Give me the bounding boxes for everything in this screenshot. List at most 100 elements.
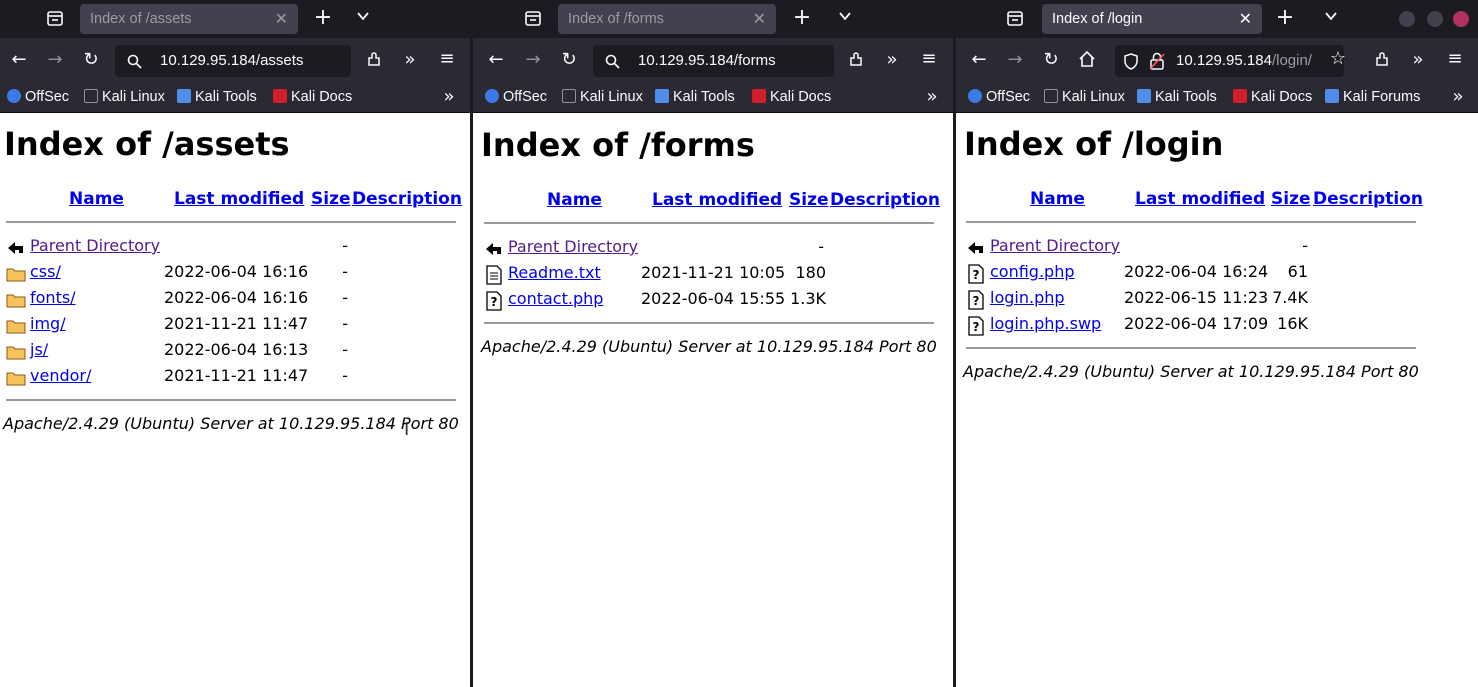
bookmark-kali-docs[interactable]: Kali Docs bbox=[752, 89, 831, 105]
bookmark-kali-tools[interactable]: Kali Tools bbox=[1137, 89, 1217, 105]
extensions-icon[interactable] bbox=[364, 50, 386, 68]
column-header-name[interactable]: Name bbox=[547, 190, 602, 210]
bookmark-offsec[interactable]: OffSec bbox=[485, 89, 547, 105]
bookmark-kali-linux[interactable]: Kali Linux bbox=[84, 89, 165, 105]
entry-size: - bbox=[342, 340, 348, 359]
entry-link[interactable]: css/ bbox=[30, 262, 61, 281]
list-tabs-icon[interactable] bbox=[1320, 9, 1342, 23]
text-cursor-icon: I bbox=[404, 419, 410, 440]
close-tab-icon[interactable]: ✕ bbox=[1239, 9, 1252, 28]
reload-icon[interactable]: ↻ bbox=[558, 50, 580, 70]
column-header-size[interactable]: Size bbox=[311, 189, 351, 209]
column-header-description[interactable]: Description bbox=[1313, 189, 1423, 209]
list-tabs-icon[interactable] bbox=[834, 9, 856, 23]
insecure-lock-icon[interactable] bbox=[1149, 52, 1165, 70]
reload-icon[interactable]: ↻ bbox=[1040, 50, 1062, 70]
shield-icon[interactable] bbox=[1123, 53, 1139, 70]
column-header-size[interactable]: Size bbox=[789, 190, 829, 210]
url-text[interactable]: 10.129.95.184/login/ bbox=[1176, 52, 1312, 69]
forward-icon[interactable]: → bbox=[44, 50, 66, 70]
back-icon[interactable]: ← bbox=[8, 50, 30, 70]
home-icon[interactable] bbox=[1076, 50, 1098, 68]
entry-link[interactable]: fonts/ bbox=[30, 288, 76, 307]
entry-size: 61 bbox=[1287, 262, 1308, 281]
bookmark-kali-linux[interactable]: Kali Linux bbox=[1044, 89, 1125, 105]
column-header-name[interactable]: Name bbox=[69, 189, 124, 209]
entry-link[interactable]: vendor/ bbox=[30, 366, 91, 385]
column-header-last-modified[interactable]: Last modified bbox=[1135, 189, 1265, 209]
close-tab-icon[interactable]: ✕ bbox=[753, 9, 766, 28]
url-bar[interactable]: 10.129.95.184/login/ bbox=[1115, 45, 1344, 77]
back-icon[interactable]: ← bbox=[485, 50, 507, 70]
new-tab-icon[interactable]: + bbox=[791, 7, 813, 29]
parent-directory-link[interactable]: Parent Directory bbox=[30, 236, 160, 255]
tab-login-active[interactable]: Index of /login ✕ bbox=[1042, 4, 1262, 34]
entry-modified: 2021-11-21 10:05 bbox=[641, 263, 786, 282]
overflow-chevron-icon[interactable]: » bbox=[1407, 50, 1429, 70]
bookmarks-overflow-icon[interactable]: » bbox=[1447, 87, 1469, 107]
forward-icon[interactable]: → bbox=[522, 50, 544, 70]
entry-link[interactable]: Readme.txt bbox=[508, 263, 601, 282]
column-header-last-modified[interactable]: Last modified bbox=[652, 190, 782, 210]
entry-link[interactable]: contact.php bbox=[508, 289, 603, 308]
close-tab-icon[interactable]: ✕ bbox=[275, 9, 288, 28]
unknown-file-icon: ? bbox=[968, 316, 984, 336]
bookmark-star-icon[interactable]: ☆ bbox=[1327, 49, 1349, 69]
server-signature: Apache/2.4.29 (Ubuntu) Server at 10.129.… bbox=[3, 414, 459, 433]
parent-size: - bbox=[818, 237, 824, 256]
close-window-button[interactable] bbox=[1453, 11, 1469, 27]
entry-link[interactable]: config.php bbox=[990, 262, 1075, 281]
overflow-chevron-icon[interactable]: » bbox=[881, 50, 903, 70]
new-tab-icon[interactable]: + bbox=[312, 7, 334, 29]
column-header-description[interactable]: Description bbox=[830, 190, 940, 210]
url-text[interactable]: 10.129.95.184/assets bbox=[160, 52, 303, 69]
overflow-chevron-icon[interactable]: » bbox=[399, 50, 421, 70]
bookmark-kali-tools[interactable]: Kali Tools bbox=[177, 89, 257, 105]
tab-forms[interactable]: Index of /forms ✕ bbox=[558, 4, 776, 34]
list-tabs-icon[interactable] bbox=[352, 9, 374, 23]
reload-icon[interactable]: ↻ bbox=[80, 50, 102, 70]
entry-modified: 2022-06-04 16:16 bbox=[164, 288, 309, 307]
bookmark-kali-docs[interactable]: Kali Docs bbox=[1233, 89, 1312, 105]
extensions-icon[interactable] bbox=[846, 50, 868, 68]
url-bar[interactable]: 10.129.95.184/forms bbox=[593, 45, 834, 77]
bookmark-offsec[interactable]: OffSec bbox=[7, 89, 69, 105]
bookmark-kali-docs[interactable]: Kali Docs bbox=[273, 89, 352, 105]
bookmarks-overflow-icon[interactable]: » bbox=[921, 87, 943, 107]
extensions-icon[interactable] bbox=[1372, 50, 1394, 68]
column-header-last-modified[interactable]: Last modified bbox=[174, 189, 304, 209]
entry-link[interactable]: js/ bbox=[30, 340, 48, 359]
bookmark-kali-linux[interactable]: Kali Linux bbox=[562, 89, 643, 105]
maximize-button[interactable] bbox=[1427, 11, 1443, 27]
bookmark-kali-forums[interactable]: Kali Forums bbox=[1325, 89, 1420, 105]
url-bar[interactable]: 10.129.95.184/assets bbox=[115, 45, 351, 77]
folder-icon bbox=[6, 320, 26, 334]
menu-icon[interactable]: ≡ bbox=[918, 49, 940, 69]
entry-modified: 2022-06-04 17:09 bbox=[1124, 314, 1269, 333]
forward-icon[interactable]: → bbox=[1004, 50, 1026, 70]
firefox-view-icon[interactable] bbox=[44, 9, 66, 27]
tab-assets[interactable]: Index of /assets ✕ bbox=[80, 4, 298, 34]
minimize-button[interactable] bbox=[1399, 11, 1415, 27]
parent-size: - bbox=[342, 236, 348, 255]
browser-window-login: Index of /login ✕ + ← → ↻ 10.129.95.184/… bbox=[956, 0, 1478, 687]
column-header-size[interactable]: Size bbox=[1271, 189, 1311, 209]
parent-directory-link[interactable]: Parent Directory bbox=[508, 237, 638, 256]
firefox-view-icon[interactable] bbox=[1004, 9, 1026, 27]
url-text[interactable]: 10.129.95.184/forms bbox=[638, 52, 776, 69]
firefox-view-icon[interactable] bbox=[522, 9, 544, 27]
menu-icon[interactable]: ≡ bbox=[436, 49, 458, 69]
bookmark-kali-tools[interactable]: Kali Tools bbox=[655, 89, 735, 105]
bookmark-offsec[interactable]: OffSec bbox=[968, 89, 1030, 105]
server-signature: Apache/2.4.29 (Ubuntu) Server at 10.129.… bbox=[481, 337, 937, 356]
parent-directory-link[interactable]: Parent Directory bbox=[990, 236, 1120, 255]
entry-link[interactable]: login.php.swp bbox=[990, 314, 1101, 333]
menu-icon[interactable]: ≡ bbox=[1444, 49, 1466, 69]
entry-link[interactable]: img/ bbox=[30, 314, 66, 333]
bookmarks-overflow-icon[interactable]: » bbox=[438, 87, 460, 107]
column-header-description[interactable]: Description bbox=[352, 189, 462, 209]
entry-link[interactable]: login.php bbox=[990, 288, 1065, 307]
column-header-name[interactable]: Name bbox=[1030, 189, 1085, 209]
back-icon[interactable]: ← bbox=[968, 50, 990, 70]
new-tab-icon[interactable]: + bbox=[1274, 7, 1296, 29]
